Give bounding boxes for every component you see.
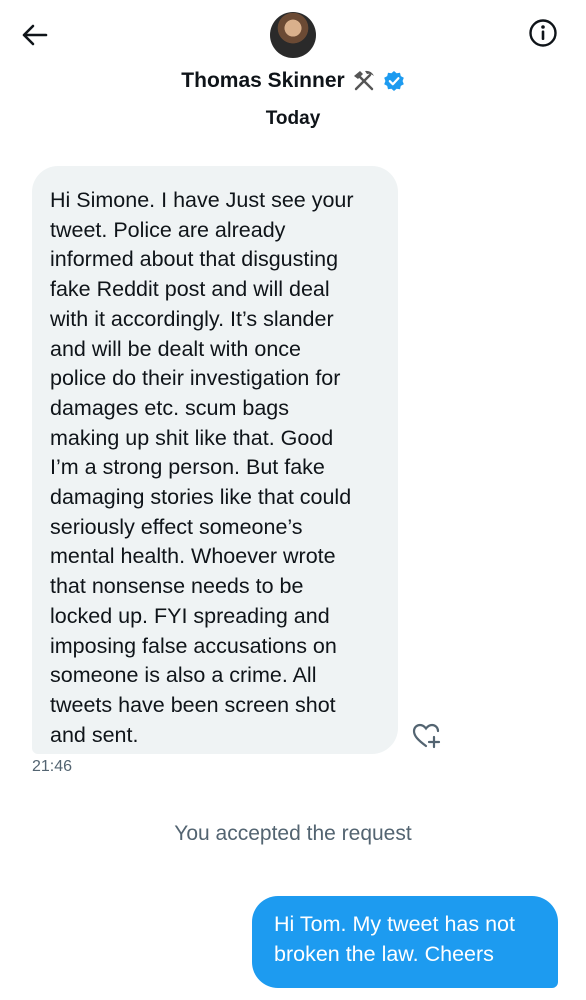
arrow-left-icon <box>22 24 48 46</box>
contact-header[interactable]: Thomas Skinner <box>0 66 586 96</box>
info-icon <box>529 19 557 47</box>
outgoing-message-text: Hi Tom. My tweet has not broken the law.… <box>274 912 515 966</box>
incoming-message-bubble[interactable]: Hi Simone. I have Just see your tweet. P… <box>32 166 398 754</box>
avatar[interactable] <box>270 12 316 58</box>
info-button[interactable] <box>528 18 558 48</box>
add-reaction-button[interactable] <box>412 722 442 750</box>
message-timestamp: 21:46 <box>32 758 73 775</box>
back-button[interactable] <box>18 18 52 52</box>
system-message: You accepted the request <box>174 822 412 845</box>
verified-badge-icon <box>383 71 404 91</box>
contact-name: Thomas Skinner <box>181 69 345 92</box>
incoming-message-text: Hi Simone. I have Just see your tweet. P… <box>50 188 354 747</box>
hammer-pick-icon <box>353 70 374 91</box>
heart-plus-icon <box>412 723 441 749</box>
outgoing-message-bubble[interactable]: Hi Tom. My tweet has not broken the law.… <box>252 896 558 988</box>
date-divider: Today <box>265 108 321 129</box>
